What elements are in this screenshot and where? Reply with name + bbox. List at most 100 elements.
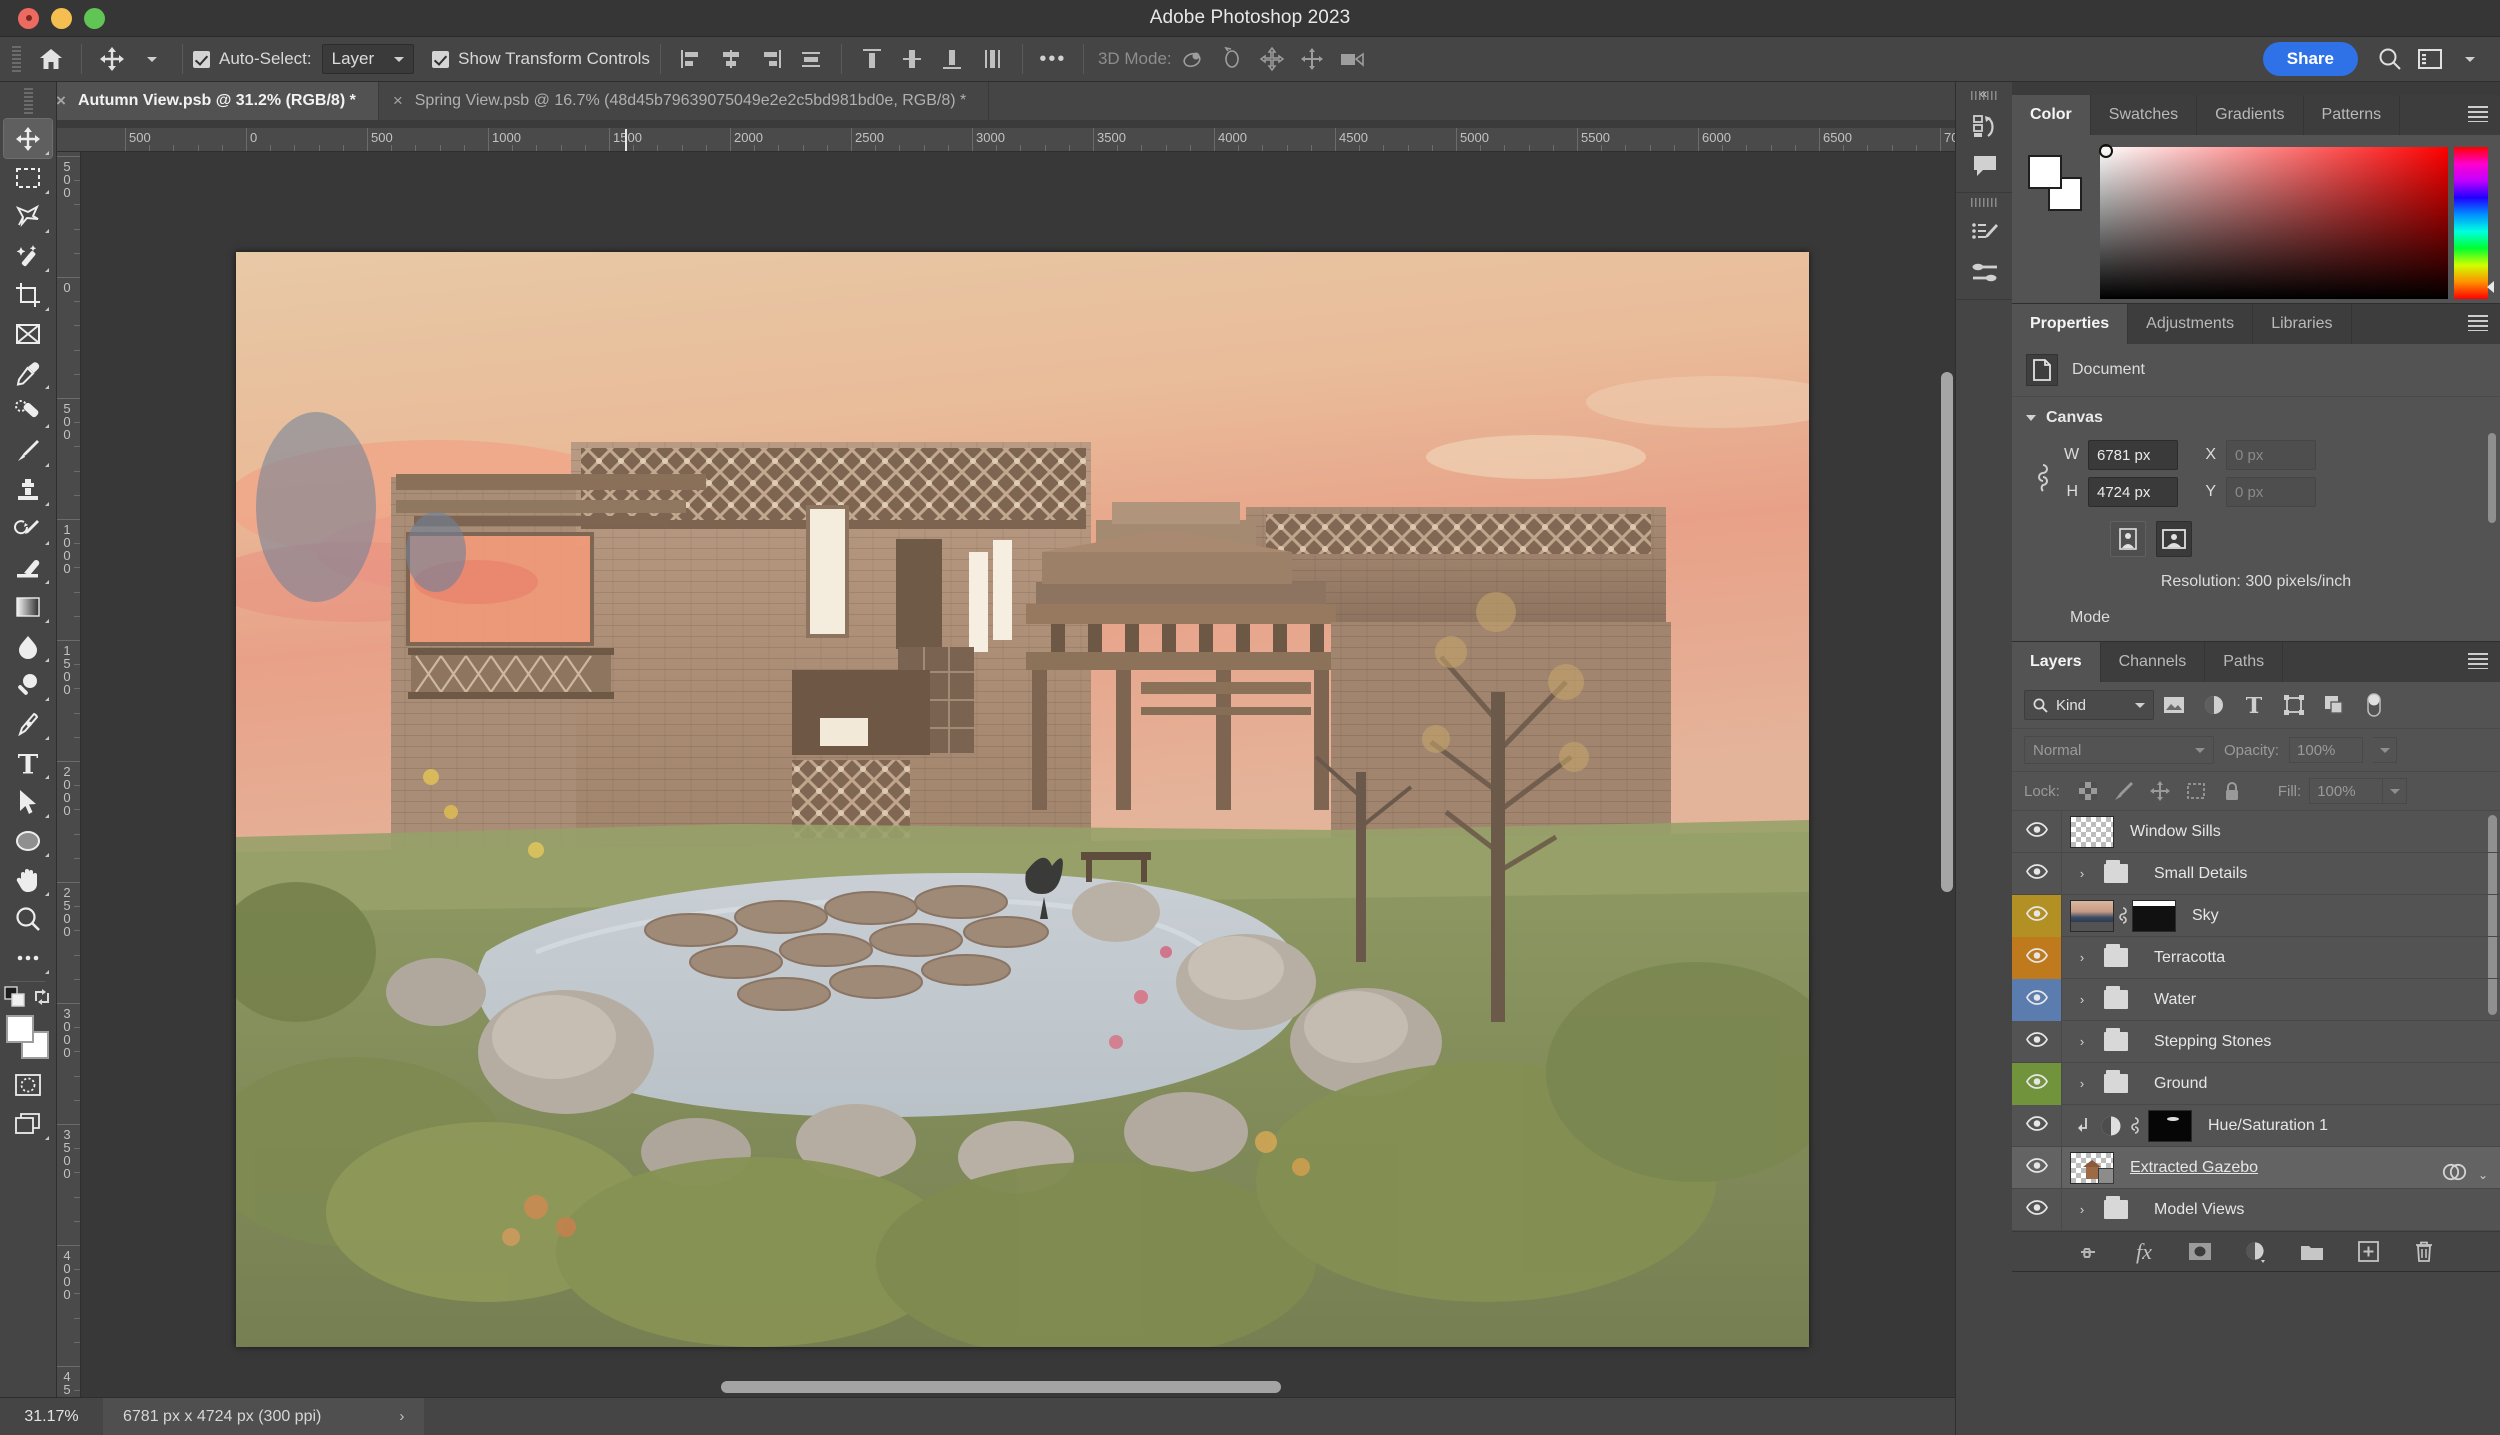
new-layer-icon[interactable] (2351, 1237, 2385, 1267)
tab-layers[interactable]: Layers (2012, 642, 2101, 682)
healing-brush-tool[interactable] (4, 392, 52, 431)
toolbar-grip[interactable] (23, 88, 33, 115)
filter-pixel-icon[interactable] (2154, 690, 2194, 720)
layer-mask-thumbnail[interactable] (2148, 1109, 2192, 1142)
filter-adjustment-icon[interactable] (2194, 690, 2234, 720)
link-layers-icon[interactable] (2071, 1237, 2105, 1267)
history-icon[interactable] (1956, 106, 2013, 146)
layer-thumbnail[interactable] (2070, 815, 2114, 848)
lock-position-icon[interactable] (2142, 778, 2178, 804)
layer-name[interactable]: Ground (2154, 1075, 2207, 1093)
layer-mask-link-icon[interactable] (2126, 1115, 2144, 1137)
move-tool-icon[interactable] (92, 43, 132, 75)
canvas-area[interactable] (81, 152, 1955, 1397)
layer-row[interactable]: › Stepping Stones (2012, 1020, 2500, 1063)
layer-visibility-toggle[interactable] (2012, 936, 2062, 979)
layer-row[interactable]: › Water (2012, 978, 2500, 1021)
move-tool[interactable] (3, 118, 53, 159)
layer-name[interactable]: Hue/Saturation 1 (2208, 1117, 2328, 1135)
3d-roll-icon[interactable] (1212, 43, 1252, 75)
zoom-tool[interactable] (4, 899, 52, 938)
layer-visibility-toggle[interactable] (2012, 1188, 2062, 1231)
adjustments-presets-icon[interactable] (1956, 253, 2013, 293)
color-gradient-area[interactable] (2100, 147, 2448, 299)
tool-preset-chevron-icon[interactable] (132, 43, 172, 75)
blend-mode-dropdown[interactable]: Normal (2024, 736, 2214, 764)
canvas-horizontal-scrollbar[interactable] (721, 1381, 1281, 1393)
horizontal-ruler[interactable]: 500 0 500 1000 1500 2000 2500 3000 3500 4000 4500 5… (57, 128, 1955, 152)
swap-colors-icon[interactable] (32, 987, 52, 1012)
opacity-stepper[interactable] (2373, 737, 2398, 763)
auto-select-checkbox[interactable] (193, 50, 210, 68)
frame-tool[interactable] (4, 314, 52, 353)
zoom-level-field[interactable]: 31.17% (0, 1408, 103, 1426)
3d-slide-icon[interactable] (1292, 43, 1332, 75)
layer-name[interactable]: Stepping Stones (2154, 1033, 2271, 1051)
layer-style-fx-icon[interactable]: fx (2127, 1237, 2161, 1267)
layer-visibility-toggle[interactable] (2012, 978, 2062, 1021)
panel-menu-icon[interactable] (2468, 315, 2488, 331)
layer-mask-thumbnail[interactable] (2132, 899, 2176, 932)
height-field[interactable]: 4724 px (2088, 477, 2178, 507)
layer-expand-chevron-icon[interactable]: › (2070, 1076, 2094, 1091)
history-brush-tool[interactable] (4, 509, 52, 548)
layer-content[interactable]: › Ground (2062, 1070, 2500, 1093)
fill-field[interactable]: 100% (2309, 778, 2384, 804)
tab-gradients[interactable]: Gradients (2197, 95, 2304, 135)
show-transform-controls-checkbox[interactable] (432, 50, 450, 68)
properties-scrollbar[interactable] (2488, 433, 2496, 523)
layer-visibility-toggle[interactable] (2012, 1104, 2062, 1147)
tab-adjustments[interactable]: Adjustments (2128, 304, 2254, 344)
layer-visibility-toggle[interactable] (2012, 852, 2062, 895)
lock-all-icon[interactable] (2214, 778, 2250, 804)
dodge-tool[interactable] (4, 665, 52, 704)
path-selection-tool[interactable] (4, 782, 52, 821)
brush-settings-icon[interactable] (1956, 213, 2013, 253)
tab-channels[interactable]: Channels (2100, 642, 2206, 682)
tab-libraries[interactable]: Libraries (2253, 304, 2352, 344)
layer-name[interactable]: Window Sills (2130, 823, 2221, 841)
layer-expand-chevron-icon[interactable]: › (2070, 992, 2094, 1007)
eraser-tool[interactable] (4, 548, 52, 587)
adjustment-layer-thumbnail[interactable] (2096, 1115, 2126, 1137)
opacity-field[interactable]: 100% (2289, 737, 2364, 763)
width-field[interactable]: 6781 px (2088, 440, 2178, 470)
layer-content[interactable]: Window Sills (2062, 815, 2500, 848)
layer-row[interactable]: Hue/Saturation 1 (2012, 1104, 2500, 1147)
panel-menu-icon[interactable] (2468, 653, 2488, 669)
close-icon[interactable]: × (393, 91, 403, 111)
tab-patterns[interactable]: Patterns (2303, 95, 2401, 135)
vertical-ruler[interactable]: 500 0 500 1000 1500 2000 2500 3000 3500 4000 4500 (57, 152, 81, 1397)
options-bar-grip[interactable] (12, 45, 21, 73)
layer-expand-chevron-icon[interactable]: › (2070, 866, 2094, 881)
gradient-tool[interactable] (4, 587, 52, 626)
type-tool[interactable] (4, 743, 52, 782)
canvas-vertical-scrollbar[interactable] (1941, 372, 1953, 892)
layer-thumbnail[interactable] (2070, 899, 2114, 932)
align-left-edges-icon[interactable] (671, 43, 711, 75)
layer-expand-chevron-icon[interactable]: › (2070, 1202, 2094, 1217)
close-icon[interactable]: × (56, 91, 66, 111)
landscape-orientation-icon[interactable] (2156, 521, 2192, 557)
layer-visibility-toggle[interactable] (2012, 1146, 2062, 1189)
document-tab-autumn-view[interactable]: × Autumn View.psb @ 31.2% (RGB/8) * (42, 82, 379, 120)
color-picker-field[interactable] (2099, 144, 2448, 299)
blur-tool[interactable] (4, 626, 52, 665)
3d-pan-icon[interactable] (1252, 43, 1292, 75)
layer-visibility-toggle[interactable] (2012, 894, 2062, 937)
pen-tool[interactable] (4, 704, 52, 743)
3d-orbit-icon[interactable] (1172, 43, 1212, 75)
status-chevron-icon[interactable]: › (399, 1408, 404, 1425)
dock-grip[interactable] (1971, 198, 1997, 207)
align-bottom-edges-icon[interactable] (932, 43, 972, 75)
layer-content[interactable]: Hue/Saturation 1 (2062, 1109, 2500, 1142)
new-adjustment-layer-icon[interactable] (2239, 1237, 2273, 1267)
portrait-orientation-icon[interactable] (2110, 521, 2146, 557)
align-top-edges-icon[interactable] (852, 43, 892, 75)
canvas-section-header[interactable]: Canvas (2012, 403, 2500, 433)
3d-camera-icon[interactable] (1332, 43, 1372, 75)
layer-list[interactable]: Window Sills › Small Details Sky › Terracotta… (2012, 810, 2500, 1231)
filter-enable-toggle[interactable] (2354, 690, 2394, 720)
clone-stamp-tool[interactable] (4, 470, 52, 509)
tab-properties[interactable]: Properties (2012, 304, 2129, 344)
